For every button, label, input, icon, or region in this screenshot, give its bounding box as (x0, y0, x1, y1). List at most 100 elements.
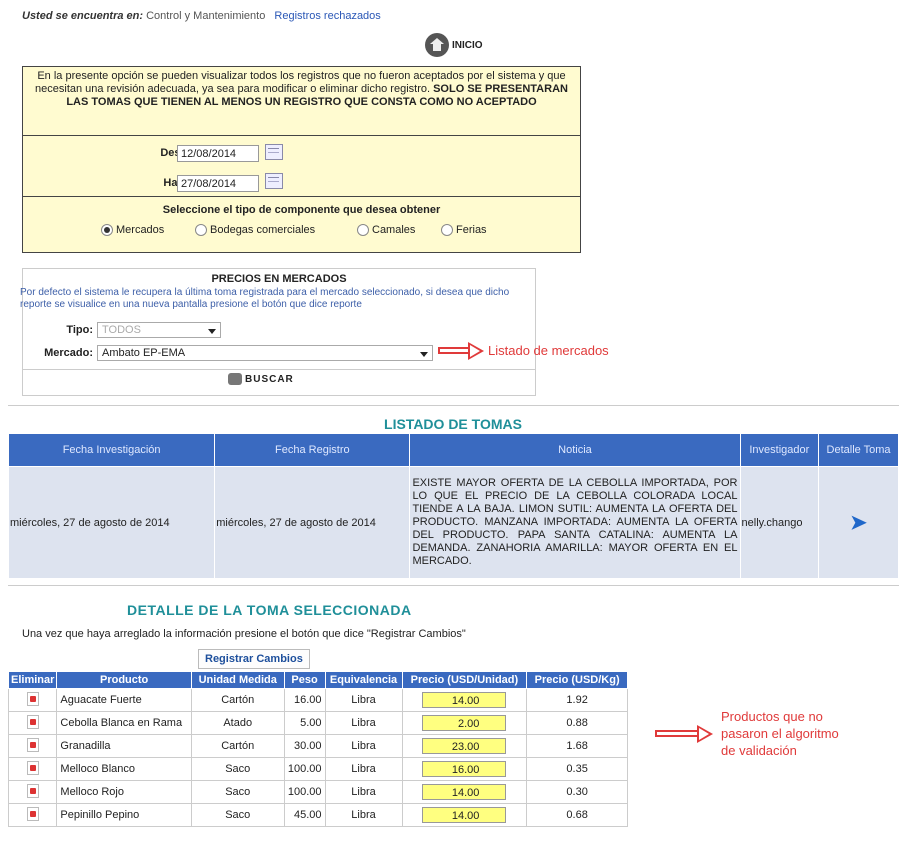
calendar-icon[interactable] (265, 144, 283, 160)
component-title: Seleccione el tipo de componente que des… (162, 204, 441, 216)
radio-icon (195, 224, 207, 236)
precio-unidad-input[interactable]: 23.00 (422, 738, 507, 754)
tipo-select[interactable]: TODOS (97, 322, 221, 338)
radio-selected-icon (101, 224, 113, 236)
cell-producto: Granadilla (56, 734, 192, 758)
table-row: Pepinillo Pepino Saco 45.00 Libra 14.00 0.68 (7, 803, 628, 827)
cell-precio-unidad: 2.00 (401, 711, 528, 735)
mercado-value: Ambato EP-EMA (102, 347, 186, 359)
precio-unidad-input[interactable]: 16.00 (422, 761, 507, 777)
delete-icon[interactable] (26, 714, 39, 729)
cell-eliminar (7, 780, 58, 804)
table-row: Granadilla Cartón 30.00 Libra 23.00 1.68 (7, 734, 628, 758)
breadcrumb-label: Usted se encuentra en: (22, 10, 144, 22)
cell-equivalencia: Libra (324, 803, 403, 827)
arrow-right-icon (438, 341, 484, 360)
precio-unidad-input[interactable]: 14.00 (422, 692, 507, 708)
delete-icon[interactable] (26, 691, 39, 706)
callout-productos: Productos que no pasaron el algoritmo de… (655, 708, 839, 759)
cell-precio-unidad: 14.00 (401, 803, 528, 827)
header-investigador: Investigador (739, 433, 820, 467)
delete-icon[interactable] (26, 806, 39, 821)
buscar-button[interactable]: BUSCAR (228, 373, 294, 385)
radio-label: Mercados (116, 224, 165, 236)
inicio-button[interactable]: INICIO (425, 33, 483, 57)
cell-noticia: EXISTE MAYOR OFERTA DE LA CEBOLLA IMPORT… (409, 466, 741, 579)
radio-label: Camales (372, 224, 416, 236)
cell-unidad: Atado (190, 711, 285, 735)
calendar-icon[interactable] (265, 173, 283, 189)
callout-productos-text: Productos que no pasaron el algoritmo de… (721, 708, 839, 759)
cell-equivalencia: Libra (324, 757, 403, 781)
cell-equivalencia: Libra (324, 711, 403, 735)
precio-unidad-input[interactable]: 2.00 (422, 715, 507, 731)
delete-icon[interactable] (26, 760, 39, 775)
cell-peso: 100.00 (283, 757, 326, 781)
cell-producto: Melloco Blanco (56, 757, 192, 781)
cell-peso: 30.00 (283, 734, 326, 758)
header-eliminar: Eliminar (7, 671, 58, 689)
table-row: miércoles, 27 de agosto de 2014 miércole… (7, 466, 899, 579)
cell-peso: 100.00 (283, 780, 326, 804)
callout-line: de validación (721, 743, 797, 758)
delete-icon[interactable] (26, 783, 39, 798)
header-precio-unidad: Precio (USD/Unidad) (401, 671, 528, 689)
header-unidad: Unidad Medida (190, 671, 285, 689)
cell-precio-unidad: 14.00 (401, 780, 528, 804)
radio-label: Ferias (456, 224, 487, 236)
cell-producto: Melloco Rojo (56, 780, 192, 804)
buscar-label: BUSCAR (245, 373, 294, 385)
registrar-cambios-button[interactable]: Registrar Cambios (198, 649, 310, 669)
cell-fecha-registro: miércoles, 27 de agosto de 2014 (214, 466, 411, 579)
cell-investigador: nelly.chango (739, 466, 820, 579)
precio-unidad-input[interactable]: 14.00 (422, 784, 507, 800)
productos-table: Eliminar Producto Unidad Medida Peso Equ… (7, 671, 628, 827)
table-row: Melloco Rojo Saco 100.00 Libra 14.00 0.30 (7, 780, 628, 804)
filter-panel: En la presente opción se pueden visualiz… (22, 66, 581, 253)
filter-description: En la presente opción se pueden visualiz… (25, 70, 578, 109)
cell-precio-kg: 0.68 (526, 803, 628, 827)
radio-mercados[interactable]: Mercados (101, 224, 164, 236)
table-row: Melloco Blanco Saco 100.00 Libra 16.00 0.35 (7, 757, 628, 781)
prices-description: Por defecto el sistema le recupera la úl… (20, 287, 510, 310)
cell-equivalencia: Libra (324, 734, 403, 758)
detalle-title: DETALLE DE LA TOMA SELECCIONADA (127, 602, 412, 618)
table-row: Cebolla Blanca en Rama Atado 5.00 Libra 2.00… (7, 711, 628, 735)
radio-bodegas[interactable]: Bodegas comerciales (195, 224, 315, 236)
precio-unidad-input[interactable]: 14.00 (422, 807, 507, 823)
cell-precio-unidad: 14.00 (401, 688, 528, 712)
breadcrumb-current-link[interactable]: Registros rechazados (274, 10, 380, 22)
hasta-date-input[interactable]: 27/08/2014 (177, 175, 259, 192)
cell-peso: 5.00 (283, 711, 326, 735)
cell-equivalencia: Libra (324, 688, 403, 712)
desde-date-input[interactable]: 12/08/2014 (177, 145, 259, 162)
prices-title: PRECIOS EN MERCADOS (211, 273, 347, 285)
cell-eliminar (7, 734, 58, 758)
listado-title: LISTADO DE TOMAS (384, 416, 522, 432)
cell-producto: Cebolla Blanca en Rama (56, 711, 192, 735)
cell-precio-kg: 0.35 (526, 757, 628, 781)
cell-peso: 45.00 (283, 803, 326, 827)
cell-unidad: Cartón (190, 688, 285, 712)
cell-producto: Pepinillo Pepino (56, 803, 192, 827)
home-icon (425, 33, 449, 57)
cell-eliminar (7, 688, 58, 712)
chevron-right-icon[interactable]: ➤ (850, 510, 867, 535)
cell-precio-unidad: 23.00 (401, 734, 528, 758)
cell-unidad: Cartón (190, 734, 285, 758)
cell-eliminar (7, 757, 58, 781)
cell-detalle: ➤ (818, 466, 899, 579)
mercado-label: Mercado: (44, 347, 93, 359)
header-fecha-registro: Fecha Registro (214, 433, 411, 467)
header-noticia: Noticia (409, 433, 741, 467)
delete-icon[interactable] (26, 737, 39, 752)
cell-precio-kg: 0.30 (526, 780, 628, 804)
breadcrumb: Usted se encuentra en: Control y Manteni… (22, 10, 381, 22)
cell-producto: Aguacate Fuerte (56, 688, 192, 712)
radio-camales[interactable]: Camales (357, 224, 415, 236)
mercado-select[interactable]: Ambato EP-EMA (97, 345, 433, 361)
cell-unidad: Saco (190, 757, 285, 781)
header-equivalencia: Equivalencia (324, 671, 403, 689)
binoculars-icon (228, 373, 242, 385)
radio-ferias[interactable]: Ferias (441, 224, 487, 236)
